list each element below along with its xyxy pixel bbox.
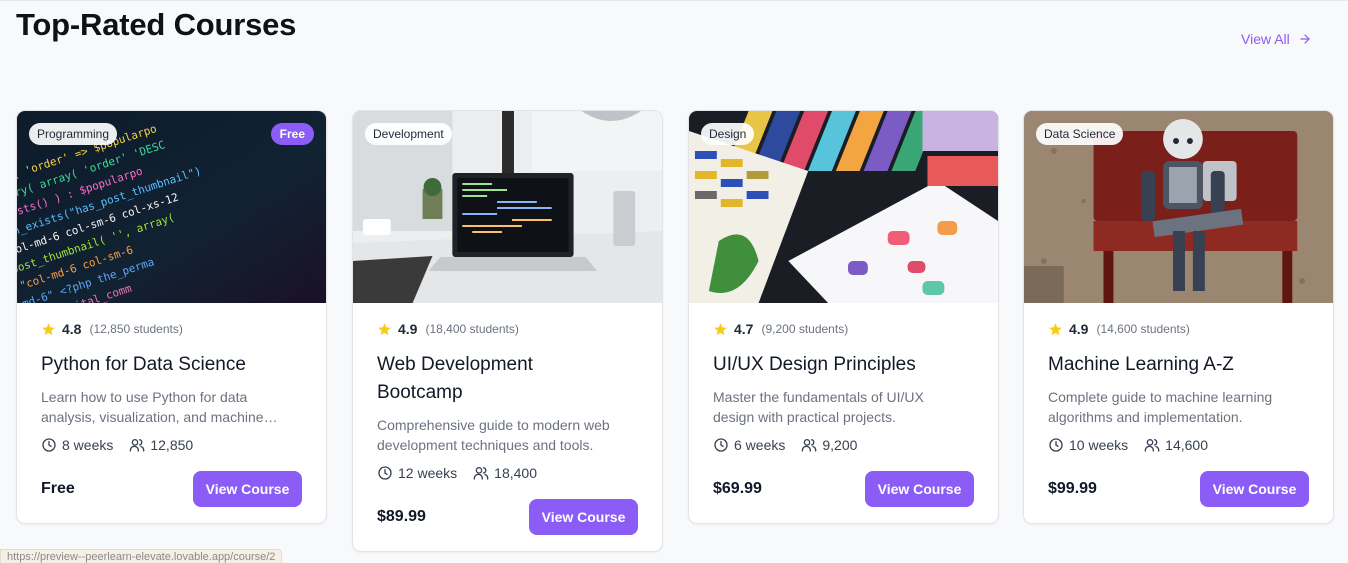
users-icon (130, 439, 145, 452)
rating-score: 4.8 (62, 321, 82, 337)
duration-text: 6 weeks (734, 437, 786, 453)
view-all-label: View All (1241, 31, 1290, 47)
category-tag: Data Science (1036, 123, 1124, 145)
course-title[interactable]: Python for Data Science (41, 351, 302, 379)
course-meta: 10 weeks 14,600 (1048, 435, 1309, 455)
users-icon (473, 467, 489, 480)
free-badge: Free (270, 123, 314, 145)
course-image-robot-bench[interactable]: Data Science (1024, 111, 1333, 303)
duration-text: 10 weeks (1069, 437, 1129, 453)
course-price: $69.99 (713, 480, 762, 497)
course-price: Free (41, 480, 75, 497)
rating: 4.8 (12,850 students) (41, 321, 302, 337)
star-icon (714, 322, 727, 335)
enrolled: 9,200 (801, 437, 857, 453)
course-description: Comprehensive guide to modern web develo… (377, 417, 610, 453)
course-title[interactable]: Web Development Bootcamp (377, 351, 597, 407)
clock-icon (378, 466, 392, 480)
course-card-uiux[interactable]: Design 4.7 (9,200 students) UI/UX Design… (688, 110, 999, 524)
courses-section: Top-Rated Courses View All array( 'order… (0, 0, 1348, 563)
duration: 10 weeks (1048, 437, 1128, 453)
course-image-laptop-desk[interactable]: Development (353, 111, 662, 303)
duration: 8 weeks (41, 437, 113, 453)
users-icon (802, 439, 817, 452)
section-title: Top-Rated Courses (16, 7, 297, 42)
view-course-button[interactable]: View Course (193, 471, 302, 507)
enrolled-text: 14,600 (1165, 437, 1208, 453)
view-course-button[interactable]: View Course (1200, 471, 1309, 507)
users-icon (1144, 439, 1160, 452)
course-description: Master the fundamentals of UI/UX design … (713, 389, 924, 425)
category-tag: Programming (29, 123, 118, 145)
course-description: Complete guide to machine learning algor… (1048, 389, 1273, 425)
enrolled-text: 12,850 (150, 437, 194, 453)
enrolled: 12,850 (129, 437, 193, 453)
star-icon (42, 322, 55, 335)
duration-text: 12 weeks (398, 465, 458, 481)
rating: 4.7 (9,200 students) (713, 321, 974, 337)
course-price: $89.99 (377, 508, 426, 525)
course-meta: 6 weeks 9,200 (713, 435, 974, 455)
course-meta: 12 weeks 18,400 (377, 463, 638, 483)
course-title[interactable]: UI/UX Design Principles (713, 351, 974, 379)
enrolled: 14,600 (1144, 437, 1208, 453)
enrolled-text: 9,200 (822, 437, 858, 453)
view-all-link[interactable]: View All (1241, 31, 1312, 47)
course-card-python[interactable]: array( 'order' => $popularpo wp_Query( a… (16, 110, 327, 524)
rating-score: 4.7 (734, 321, 754, 337)
clock-icon (714, 438, 728, 452)
enrolled-text: 18,400 (494, 465, 537, 481)
course-title[interactable]: Machine Learning A-Z (1048, 351, 1309, 379)
category-tag: Design (701, 123, 755, 145)
course-meta: 8 weeks 12,850 (41, 435, 302, 455)
category-tag: Development (365, 123, 452, 145)
rating-students: (9,200 students) (761, 322, 849, 336)
course-image-color-swatches[interactable]: Design (689, 111, 998, 303)
course-price: $99.99 (1048, 480, 1097, 497)
course-description: Learn how to use Python for data analysi… (41, 389, 264, 425)
rating: 4.9 (18,400 students) (377, 321, 638, 337)
view-course-button[interactable]: View Course (529, 499, 638, 535)
course-card-ml[interactable]: Data Science 4.9 (14,600 students) Machi… (1023, 110, 1334, 524)
rating-students: (18,400 students) (425, 322, 519, 336)
course-card-webdev[interactable]: Development 4.9 (18,400 students) Web De… (352, 110, 663, 552)
rating-score: 4.9 (1069, 321, 1089, 337)
duration-text: 8 weeks (62, 437, 114, 453)
status-bar-url: https://preview--peerlearn-elevate.lovab… (0, 549, 283, 563)
rating: 4.9 (14,600 students) (1048, 321, 1309, 337)
clock-icon (42, 438, 56, 452)
duration: 6 weeks (713, 437, 785, 453)
course-image-code-screen[interactable]: array( 'order' => $popularpo wp_Query( a… (17, 111, 326, 303)
arrow-right-icon (1300, 34, 1310, 44)
rating-score: 4.9 (398, 321, 418, 337)
view-course-button[interactable]: View Course (865, 471, 974, 507)
rating-students: (12,850 students) (89, 322, 183, 336)
rating-students: (14,600 students) (1096, 322, 1190, 336)
star-icon (378, 322, 391, 335)
enrolled: 18,400 (473, 465, 537, 481)
star-icon (1049, 322, 1062, 335)
clock-icon (1049, 438, 1063, 452)
duration: 12 weeks (377, 465, 457, 481)
